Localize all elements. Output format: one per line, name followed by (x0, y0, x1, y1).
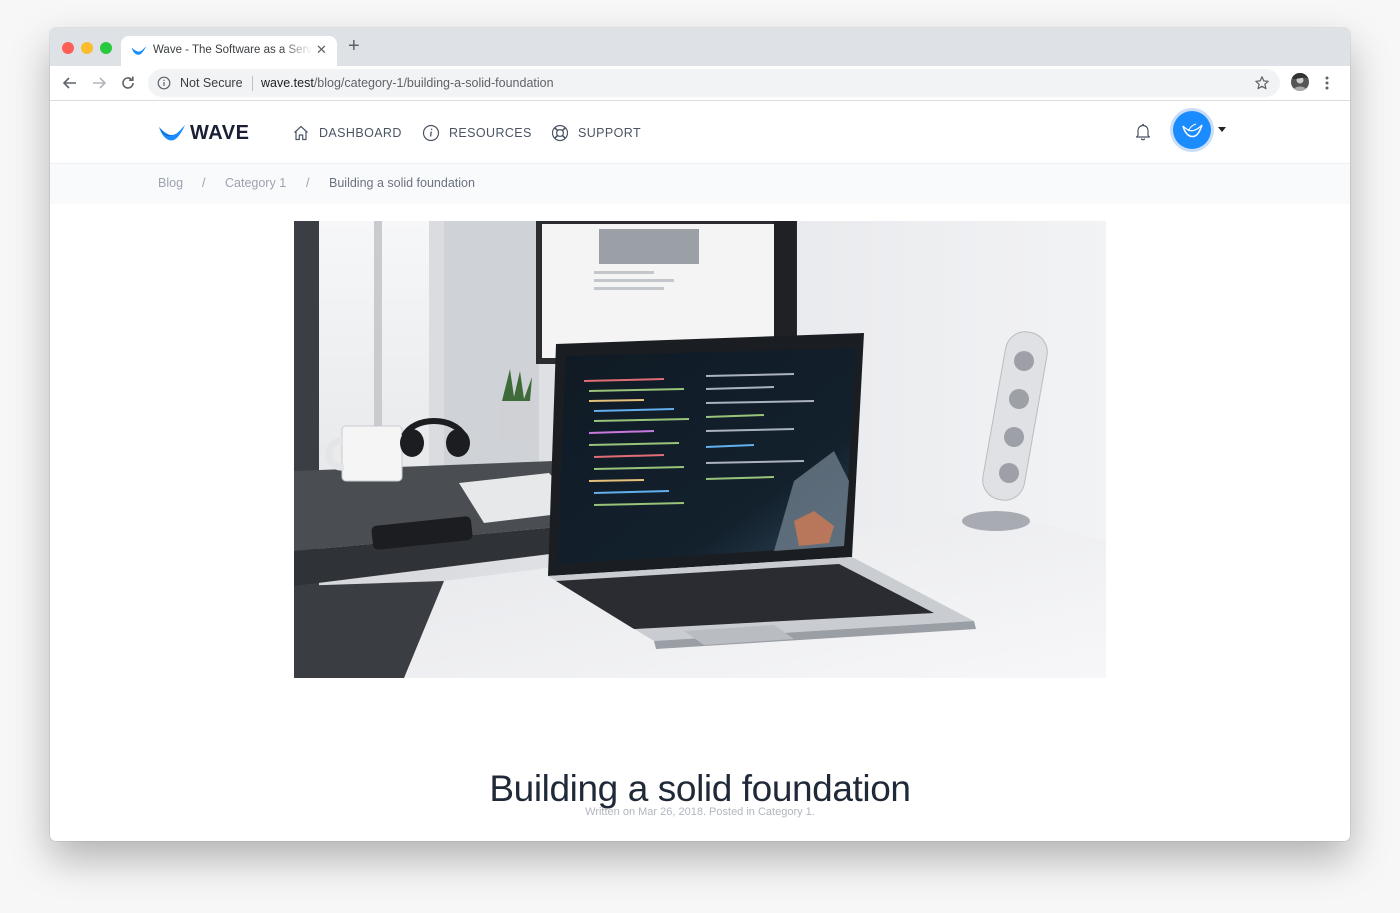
site-header: WAVE DASHBOARD RESOURCES SUPPORT (50, 101, 1350, 164)
close-icon[interactable]: ✕ (316, 43, 327, 57)
bell-icon[interactable] (1134, 122, 1152, 142)
tab-title: Wave - The Software as a Service Starter… (153, 44, 313, 56)
breadcrumb-blog[interactable]: Blog (158, 176, 183, 190)
post-meta: Written on Mar 26, 2018. Posted in Categ… (585, 806, 815, 818)
url-path: /blog/category-1/building-a-solid-founda… (313, 76, 554, 90)
lifebuoy-icon (551, 124, 569, 142)
breadcrumb: Blog / Category 1 / Building a solid fou… (50, 164, 1350, 204)
browser-window: Wave - The Software as a Service Starter… (50, 28, 1350, 841)
user-avatar[interactable] (1173, 111, 1211, 149)
home-icon (294, 125, 308, 141)
breadcrumb-category[interactable]: Category 1 (225, 176, 286, 190)
post-featured-image (294, 221, 1106, 678)
breadcrumb-current: Building a solid foundation (329, 176, 475, 190)
url-text[interactable]: wave.test/blog/category-1/building-a-sol… (261, 76, 554, 90)
browser-toolbar: Not Secure wave.test/blog/category-1/bui… (50, 66, 1350, 101)
nav-resources-label: RESOURCES (449, 126, 532, 140)
new-tab-icon[interactable]: + (348, 36, 360, 56)
maximize-window-button[interactable] (100, 42, 112, 54)
breadcrumb-separator: / (306, 176, 310, 190)
address-bar[interactable]: Not Secure wave.test/blog/category-1/bui… (148, 69, 1280, 97)
star-icon[interactable] (1254, 75, 1270, 91)
wave-logo-icon (159, 125, 185, 141)
info-icon[interactable] (157, 76, 171, 90)
nav-support-label: SUPPORT (578, 126, 641, 140)
info-circle-icon (422, 124, 440, 142)
wave-favicon-icon (131, 46, 147, 55)
url-host: wave.test (261, 76, 314, 90)
reload-icon[interactable] (119, 74, 137, 92)
browser-tab[interactable]: Wave - The Software as a Service Starter… (121, 36, 337, 66)
tab-strip: Wave - The Software as a Service Starter… (50, 28, 1350, 66)
security-label: Not Secure (180, 76, 243, 90)
chevron-down-icon[interactable] (1218, 127, 1226, 132)
profile-icon[interactable] (1291, 73, 1309, 91)
close-window-button[interactable] (62, 42, 74, 54)
wave-avatar-icon (1182, 123, 1203, 138)
back-icon[interactable] (61, 74, 79, 92)
breadcrumb-separator: / (202, 176, 206, 190)
omnibox-divider (252, 76, 253, 91)
laptop-on-desk-photo (294, 221, 1106, 678)
post-title: Building a solid foundation (489, 767, 911, 809)
forward-icon[interactable] (90, 74, 108, 92)
minimize-window-button[interactable] (81, 42, 93, 54)
nav-dashboard-label: DASHBOARD (319, 126, 402, 140)
logo-text: WAVE (190, 122, 250, 144)
menu-icon[interactable] (1325, 74, 1329, 92)
